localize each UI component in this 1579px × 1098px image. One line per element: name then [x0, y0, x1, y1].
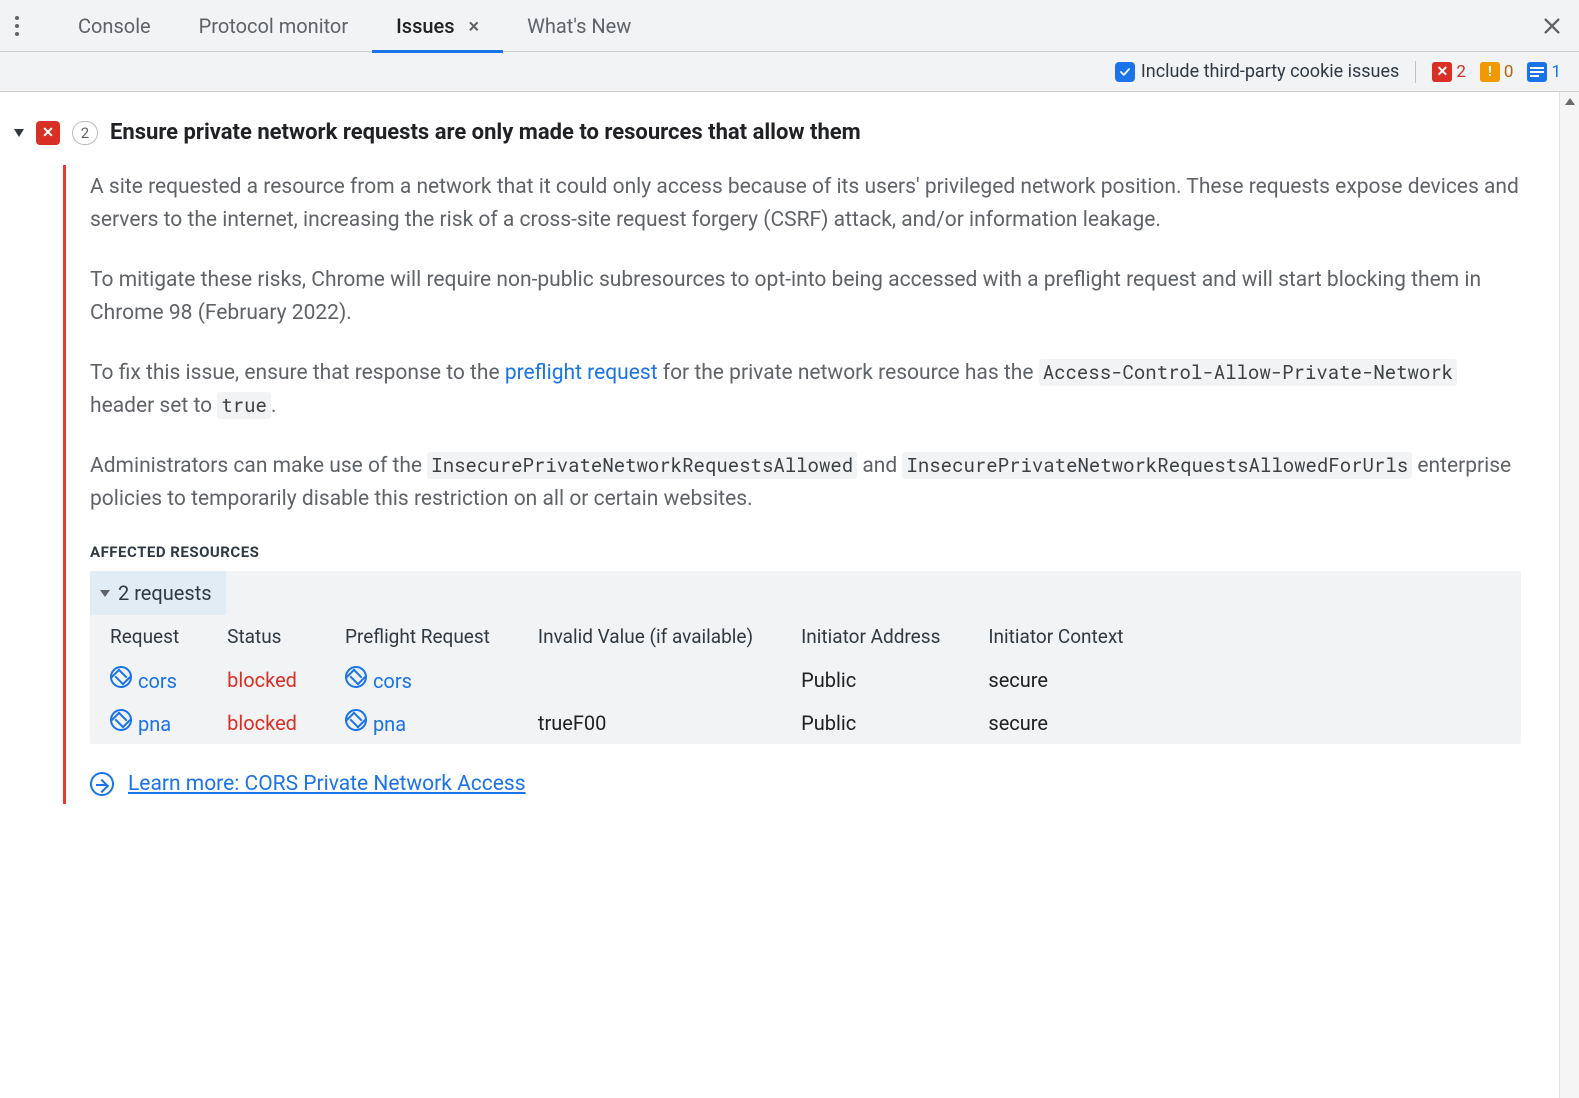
error-badge-icon: ✕: [1432, 62, 1452, 82]
preflight-link[interactable]: pna: [373, 712, 406, 736]
warning-badge-icon: !: [1480, 62, 1500, 82]
network-icon: [345, 666, 367, 688]
issue-header[interactable]: ✕ 2 Ensure private network requests are …: [14, 120, 1529, 145]
issues-toolbar: Include third-party cookie issues ✕ 2 ! …: [0, 52, 1579, 92]
tab-protocol-monitor[interactable]: Protocol monitor: [175, 0, 372, 52]
issues-list: ✕ 2 Ensure private network requests are …: [0, 92, 1559, 1098]
issue-paragraph: A site requested a resource from a netwo…: [90, 171, 1521, 236]
table-row: pna blocked pna trueF00 Public secure: [90, 701, 1151, 744]
issue-paragraph: Administrators can make use of the Insec…: [90, 450, 1521, 515]
initiator-address: Public: [781, 701, 968, 744]
tab-issues[interactable]: Issues ×: [372, 0, 503, 52]
code-token: InsecurePrivateNetworkRequestsAllowed: [427, 452, 857, 479]
table-row: cors blocked cors Public secure: [90, 658, 1151, 701]
issue-paragraph: To fix this issue, ensure that response …: [90, 357, 1521, 422]
table-header-row: Request Status Preflight Request Invalid…: [90, 615, 1151, 658]
tab-label: What's New: [527, 14, 631, 38]
network-icon: [345, 709, 367, 731]
close-panel-icon[interactable]: [1541, 15, 1563, 37]
invalid-value: trueF00: [518, 701, 781, 744]
initiator-context: secure: [968, 701, 1151, 744]
checkbox-checked-icon: [1115, 62, 1135, 82]
col-status: Status: [207, 615, 325, 658]
preflight-link[interactable]: cors: [373, 669, 412, 693]
initiator-context: secure: [968, 658, 1151, 701]
initiator-address: Public: [781, 658, 968, 701]
learn-more-label: Learn more: CORS Private Network Access: [128, 772, 526, 796]
devtools-tabbar: Console Protocol monitor Issues × What's…: [0, 0, 1579, 52]
info-badge-icon: [1527, 62, 1547, 82]
request-link[interactable]: pna: [138, 712, 171, 736]
info-value: 1: [1551, 62, 1561, 82]
code-token: true: [217, 392, 271, 419]
tab-label: Protocol monitor: [199, 14, 348, 38]
affected-resources-box: 2 requests Request Status Preflight Requ…: [90, 571, 1521, 744]
col-invalid-value: Invalid Value (if available): [518, 615, 781, 658]
col-request: Request: [90, 615, 207, 658]
close-tab-icon[interactable]: ×: [469, 16, 480, 36]
issue-paragraph: To mitigate these risks, Chrome will req…: [90, 264, 1521, 329]
divider: [1415, 61, 1416, 83]
info-count[interactable]: 1: [1527, 62, 1561, 82]
more-vert-icon[interactable]: [8, 12, 26, 40]
errors-value: 2: [1456, 62, 1466, 82]
preflight-request-link[interactable]: preflight request: [505, 361, 658, 385]
requests-toggle[interactable]: 2 requests: [90, 571, 226, 615]
errors-count[interactable]: ✕ 2: [1432, 62, 1466, 82]
issue-count-pill: 2: [72, 121, 98, 145]
code-token: Access-Control-Allow-Private-Network: [1039, 359, 1457, 386]
vertical-scrollbar[interactable]: [1559, 92, 1579, 1098]
network-icon: [110, 709, 132, 731]
requests-table: Request Status Preflight Request Invalid…: [90, 615, 1151, 744]
include-cookie-issues-toggle[interactable]: Include third-party cookie issues: [1115, 61, 1399, 82]
invalid-value: [518, 658, 781, 701]
col-initiator-address: Initiator Address: [781, 615, 968, 658]
code-token: InsecurePrivateNetworkRequestsAllowedFor…: [902, 452, 1412, 479]
learn-more-link[interactable]: Learn more: CORS Private Network Access: [90, 772, 1521, 796]
issue-body: A site requested a resource from a netwo…: [63, 165, 1529, 804]
cookie-checkbox-label: Include third-party cookie issues: [1141, 61, 1399, 82]
tab-whats-new[interactable]: What's New: [503, 0, 655, 52]
col-initiator-context: Initiator Context: [968, 615, 1151, 658]
request-link[interactable]: cors: [138, 669, 177, 693]
status-value: blocked: [227, 711, 297, 735]
warnings-count[interactable]: ! 0: [1480, 62, 1514, 82]
warnings-value: 0: [1504, 62, 1514, 82]
tab-label: Console: [78, 14, 151, 38]
affected-resources-heading: AFFECTED RESOURCES: [90, 543, 1521, 561]
network-icon: [110, 666, 132, 688]
error-badge-icon: ✕: [36, 121, 60, 145]
col-preflight: Preflight Request: [325, 615, 518, 658]
status-value: blocked: [227, 668, 297, 692]
scroll-up-icon[interactable]: [1565, 98, 1575, 105]
tab-label: Issues: [396, 14, 454, 38]
chevron-down-icon[interactable]: [14, 129, 24, 137]
arrow-right-circle-icon: [90, 772, 114, 796]
tab-console[interactable]: Console: [54, 0, 175, 52]
chevron-down-icon: [100, 590, 110, 597]
requests-toggle-label: 2 requests: [118, 581, 212, 605]
issue-title: Ensure private network requests are only…: [110, 120, 861, 145]
